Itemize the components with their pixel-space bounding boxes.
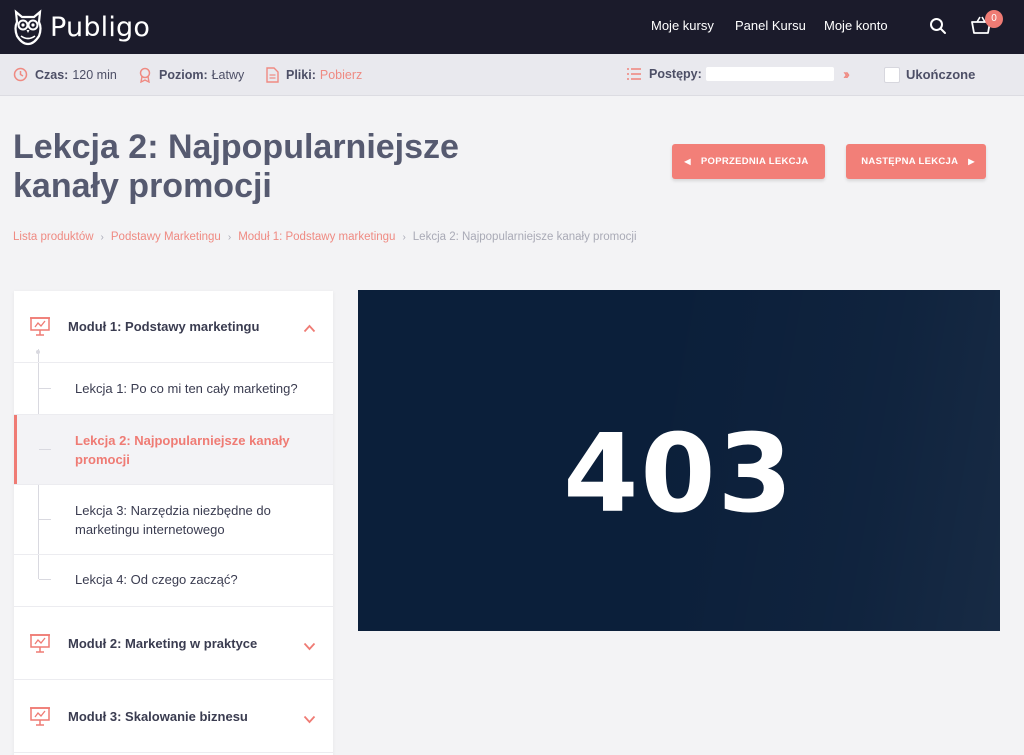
breadcrumb: Lista produktów › Podstawy Marketingu › … xyxy=(13,231,637,243)
sidebar-module-label: Moduł 3: Skalowanie biznesu xyxy=(68,709,248,724)
page-title: Lekcja 2: Najpopularniejsze kanały promo… xyxy=(13,128,459,205)
sidebar-module-label: Moduł 2: Marketing w praktyce xyxy=(68,636,258,651)
next-lesson-label: NASTĘPNA LEKCJA xyxy=(861,156,959,167)
time-value: 120 min xyxy=(72,67,117,82)
nav-course-panel[interactable]: Panel Kursu xyxy=(735,18,806,33)
progress-bar xyxy=(706,67,834,81)
brand-logo[interactable]: Publigo xyxy=(12,6,150,48)
breadcrumb-products[interactable]: Lista produktów xyxy=(13,231,94,243)
sidebar-lesson-2[interactable]: Lekcja 2: Najpopularniejsze kanały promo… xyxy=(14,415,333,485)
files-info: Pliki: Pobierz xyxy=(266,67,362,83)
course-sidebar: Moduł 1: Podstawy marketingu Lekcja 1: P… xyxy=(14,291,333,755)
chevron-right-icon: › xyxy=(227,231,232,243)
completed-checkbox[interactable] xyxy=(884,67,900,83)
file-icon xyxy=(266,67,279,83)
sidebar-lesson-3[interactable]: Lekcja 3: Narzędzia niezbędne do marketi… xyxy=(14,485,333,555)
download-files-link[interactable]: Pobierz xyxy=(320,68,362,82)
previous-lesson-label: POPRZEDNIA LEKCJA xyxy=(700,156,809,167)
level-info: Poziom: Łatwy xyxy=(138,67,244,83)
double-chevron-right-icon: ›› xyxy=(843,66,850,83)
chevron-right-icon: ▶ xyxy=(968,157,975,166)
sidebar-module-3[interactable]: Moduł 3: Skalowanie biznesu xyxy=(14,680,333,753)
progress-info: Postępy: xyxy=(626,67,706,81)
owl-icon xyxy=(14,9,42,46)
chevron-right-icon: › xyxy=(402,231,406,243)
nav-my-courses[interactable]: Moje kursy xyxy=(651,18,714,33)
sidebar-module-label: Moduł 1: Podstawy marketingu xyxy=(68,319,260,334)
sidebar-lesson-label: Lekcja 4: Od czego zacząć? xyxy=(75,572,238,587)
previous-lesson-button[interactable]: ◀ POPRZEDNIA LEKCJA xyxy=(672,144,825,179)
time-label: Czas: xyxy=(35,67,69,82)
sidebar-module-2[interactable]: Moduł 2: Marketing w praktyce xyxy=(14,607,333,680)
files-label: Pliki: xyxy=(286,68,316,82)
sidebar-lesson-label: Lekcja 1: Po co mi ten cały marketing? xyxy=(75,381,298,396)
brand-name: Publigo xyxy=(50,11,151,43)
sidebar-lesson-label: Lekcja 2: Najpopularniejsze kanały promo… xyxy=(75,433,290,467)
sidebar-lesson-4[interactable]: Lekcja 4: Od czego zacząć? xyxy=(14,555,333,607)
presentation-icon xyxy=(29,632,51,659)
presentation-icon xyxy=(29,705,51,732)
chevron-up-icon[interactable] xyxy=(303,320,316,338)
level-value: Łatwy xyxy=(211,68,245,82)
tree-tick xyxy=(39,519,51,520)
time-info: Czas: 120 min xyxy=(13,67,117,82)
chevron-right-icon: › xyxy=(100,231,104,243)
top-navigation: Publigo Moje kursy Panel Kursu Moje kont… xyxy=(0,0,1024,54)
progress-label: Postępy: xyxy=(649,67,702,81)
sidebar-lesson-1[interactable]: Lekcja 1: Po co mi ten cały marketing? xyxy=(14,363,333,415)
medal-icon xyxy=(138,67,152,83)
active-indicator xyxy=(14,415,17,484)
clock-icon xyxy=(13,67,28,82)
breadcrumb-module[interactable]: Moduł 1: Podstawy marketingu xyxy=(238,231,395,243)
tree-tick xyxy=(39,449,51,450)
tree-tick xyxy=(39,579,51,580)
breadcrumb-course[interactable]: Podstawy Marketingu xyxy=(111,231,221,243)
next-lesson-button[interactable]: NASTĘPNA LEKCJA ▶ xyxy=(846,144,986,179)
chevron-down-icon[interactable] xyxy=(303,638,316,656)
chevron-down-icon[interactable] xyxy=(303,711,316,729)
cart-count-badge: 0 xyxy=(985,10,1003,28)
tree-tick xyxy=(39,388,51,389)
error-code: 403 xyxy=(563,412,795,537)
completed-label[interactable]: Ukończone xyxy=(906,67,975,82)
level-label: Poziom: xyxy=(159,68,208,82)
search-icon[interactable] xyxy=(929,17,947,40)
breadcrumb-current: Lekcja 2: Najpopularniejsze kanały promo… xyxy=(412,231,637,243)
sidebar-lesson-label: Lekcja 3: Narzędzia niezbędne do marketi… xyxy=(75,503,271,537)
nav-my-account[interactable]: Moje konto xyxy=(824,18,888,33)
sidebar-module-1[interactable]: Moduł 1: Podstawy marketingu xyxy=(14,291,333,363)
presentation-icon xyxy=(29,315,51,342)
list-icon xyxy=(626,67,642,81)
chevron-left-icon: ◀ xyxy=(684,157,691,166)
